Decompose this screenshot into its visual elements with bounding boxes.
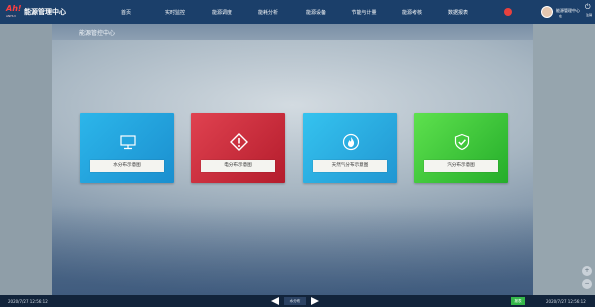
logo-subtext: ANHUI xyxy=(6,14,16,18)
report-button[interactable]: 报表 xyxy=(511,297,525,305)
right-background-strip xyxy=(533,24,595,295)
card-label-electricity[interactable]: 电分布示意图 xyxy=(201,160,275,172)
left-background-strip xyxy=(0,24,52,295)
notification-icon[interactable] xyxy=(504,8,512,16)
next-page-button[interactable] xyxy=(311,297,319,305)
card-water-distribution[interactable]: 水分布示意图 xyxy=(80,113,174,183)
nav-item-data-reports[interactable]: 数据报表 xyxy=(448,9,468,16)
power-icon[interactable]: ⏻ xyxy=(585,4,591,11)
timestamp-right: 2020/7/27 12:56:12 xyxy=(546,299,586,304)
nav-item-realtime-monitoring[interactable]: 实时监控 xyxy=(165,9,185,16)
card-label-gas[interactable]: 天然气分布示意图 xyxy=(313,160,387,172)
bottom-status-bar: 2020/7/27 12:56:12 水分布 报表 2020/7/27 12:5… xyxy=(0,295,595,307)
main-panel: 能源管控中心 水分布示意图 电分布示意图 天然气分布示意图 汽分布示意图 xyxy=(52,24,533,295)
zoom-out-button[interactable]: − xyxy=(582,279,592,289)
avatar[interactable] xyxy=(541,6,553,18)
flame-icon xyxy=(342,133,360,151)
top-navigation-bar: Ah! ANHUI 能源管理中心 首页 实时监控 能源调度 能耗分析 能源设备 … xyxy=(0,0,595,24)
nav-item-energy-analysis[interactable]: 能耗分析 xyxy=(258,9,278,16)
zoom-in-button[interactable]: + xyxy=(582,266,592,276)
monitor-icon xyxy=(120,135,136,150)
system-title: 能源管理中心 xyxy=(24,8,66,16)
user-status: 在 xyxy=(559,14,563,18)
card-label-water[interactable]: 水分布示意图 xyxy=(90,160,164,172)
background-haze xyxy=(52,205,533,295)
card-steam-distribution[interactable]: 汽分布示意图 xyxy=(414,113,508,183)
panel-title-bar: 能源管控中心 xyxy=(52,24,533,40)
nav-item-energy-dispatch[interactable]: 能源调度 xyxy=(212,9,232,16)
card-gas-distribution[interactable]: 天然气分布示意图 xyxy=(303,113,397,183)
nav-item-energy-equipment[interactable]: 能源设备 xyxy=(306,9,326,16)
company-logo: Ah! ANHUI xyxy=(6,4,22,19)
current-page-label[interactable]: 水分布 xyxy=(284,297,306,305)
nav-item-saving-metering[interactable]: 节能与计量 xyxy=(351,9,376,16)
nav-item-energy-assessment[interactable]: 能源考核 xyxy=(402,9,422,16)
nav-item-home[interactable]: 首页 xyxy=(121,9,131,16)
shield-check-icon xyxy=(454,133,470,151)
previous-page-button[interactable] xyxy=(271,297,279,305)
logo-mark: Ah! xyxy=(6,4,22,13)
card-electricity-distribution[interactable]: 电分布示意图 xyxy=(191,113,285,183)
warning-diamond-icon xyxy=(230,133,248,151)
page-title: 能源管控中心 xyxy=(79,30,116,37)
logout-label[interactable]: 注销 xyxy=(586,13,592,17)
card-label-steam[interactable]: 汽分布示意图 xyxy=(424,160,498,172)
timestamp-left: 2020/7/27 12:56:12 xyxy=(8,299,48,304)
